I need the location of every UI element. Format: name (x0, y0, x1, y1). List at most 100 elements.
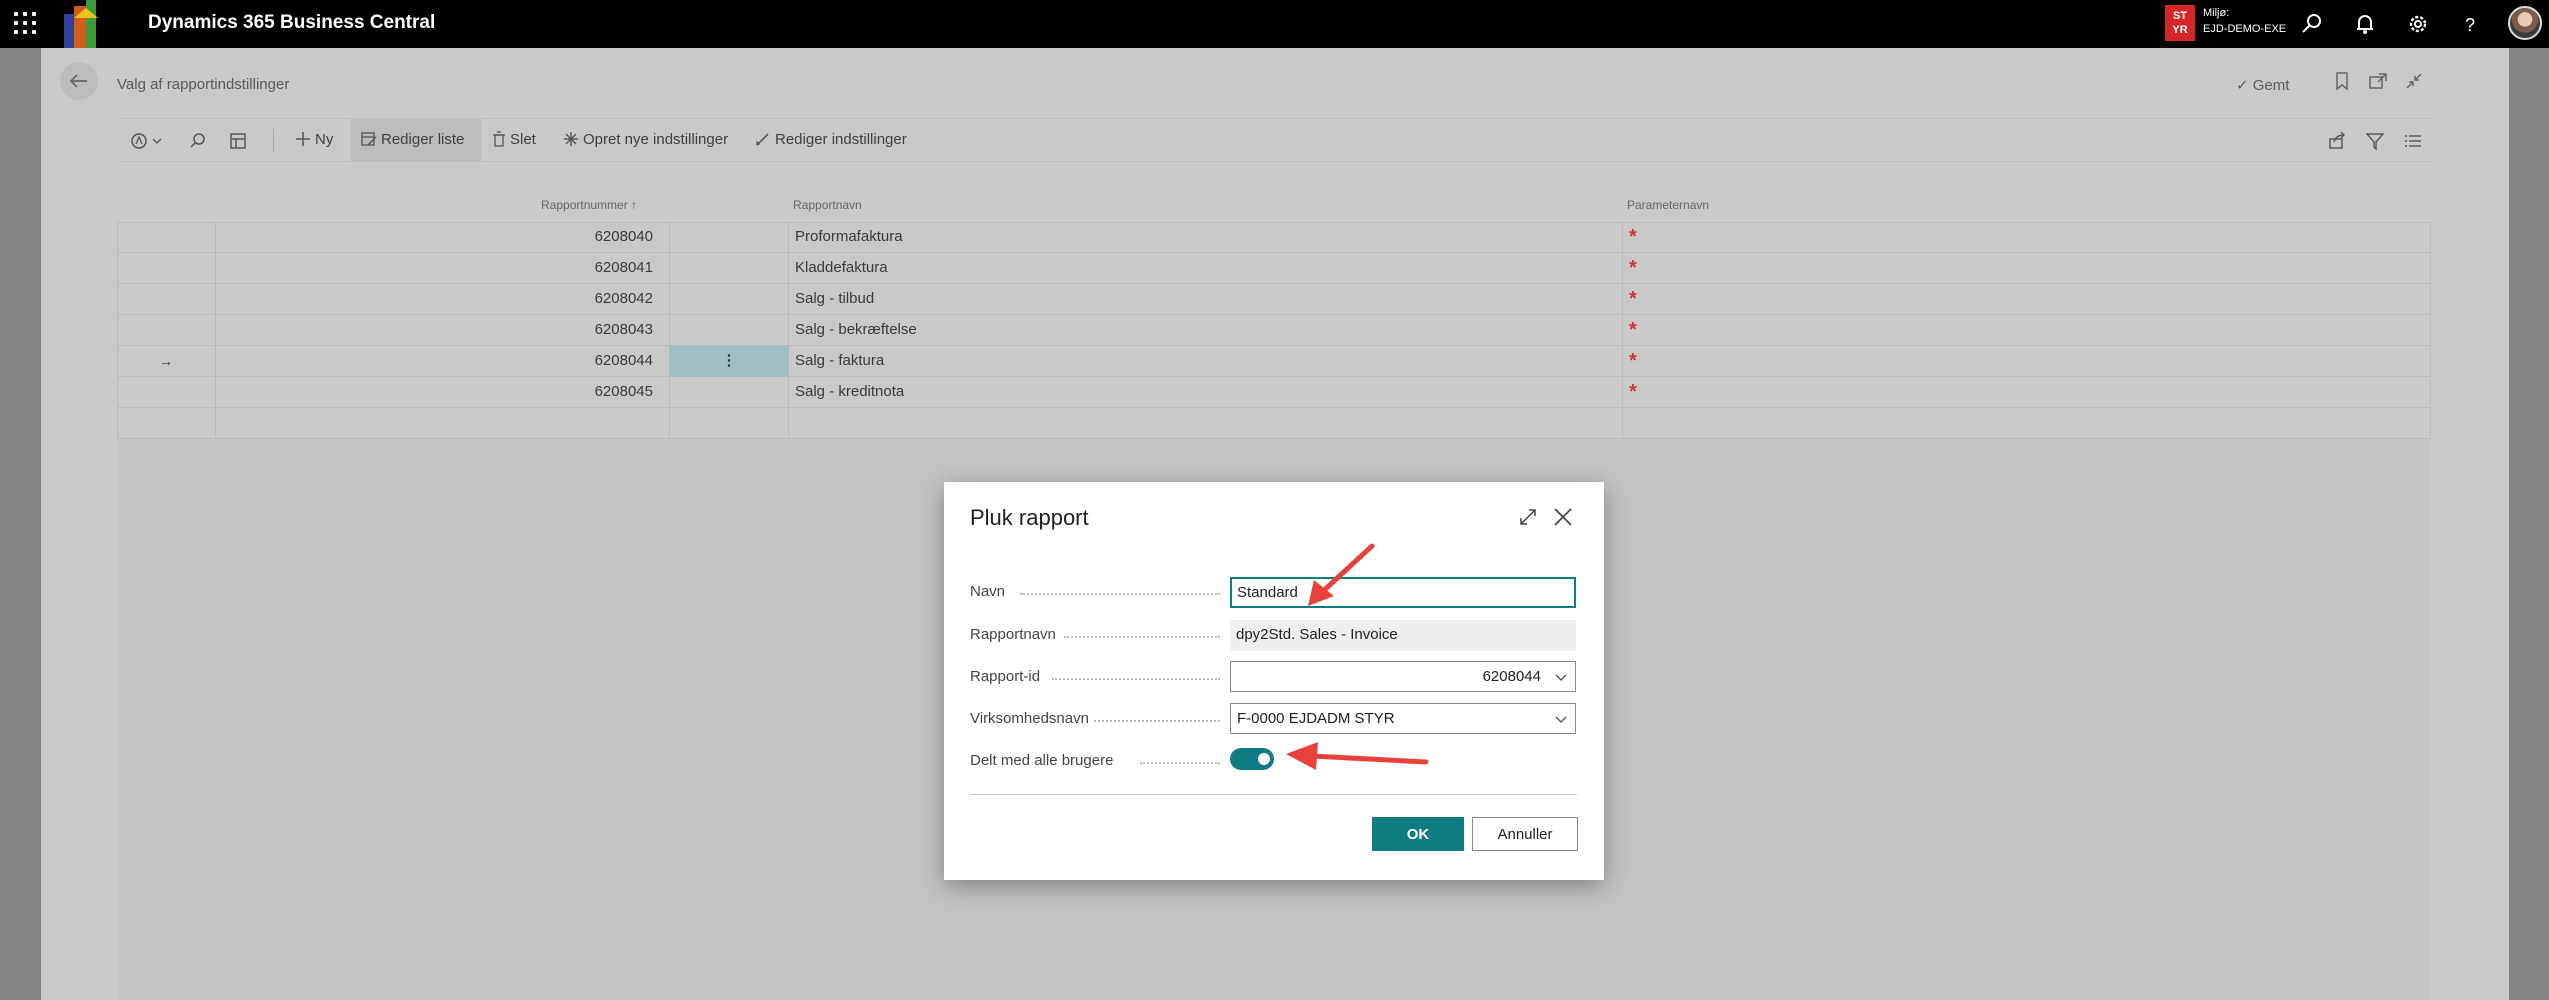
company-name-label: Virksomhedsnavn (970, 710, 1089, 727)
table-row-empty[interactable] (117, 408, 2431, 439)
company-select[interactable]: F-0000 EJDADM STYR (1230, 703, 1576, 734)
new-button[interactable]: Ny (295, 131, 333, 148)
report-name-label: Rapportnavn (970, 626, 1056, 643)
share-icon[interactable] (2327, 131, 2347, 151)
app-title: Dynamics 365 Business Central (148, 12, 436, 33)
report-name-cell[interactable]: Kladdefaktura (789, 253, 1623, 284)
row-menu-cell[interactable] (670, 315, 789, 346)
required-indicator: * (1629, 319, 1637, 341)
close-icon[interactable] (1550, 504, 1576, 530)
create-settings-button[interactable]: Opret nye indstillinger (563, 131, 728, 148)
dynamics-actions-icon[interactable] (129, 131, 165, 151)
table-row[interactable]: 6208040 Proformafaktura * (117, 222, 2431, 253)
parameter-name-cell[interactable] (1623, 408, 2431, 439)
table-row[interactable]: 6208045 Salg - kreditnota * (117, 377, 2431, 408)
environment-badge: ST YR (2165, 5, 2195, 41)
row-selector-cell[interactable] (117, 408, 216, 439)
saved-label: Gemt (2252, 77, 2290, 94)
table-row[interactable]: 6208041 Kladdefaktura * (117, 253, 2431, 284)
help-icon[interactable]: ? (2456, 10, 2484, 38)
search-icon[interactable] (2298, 10, 2326, 38)
report-number-cell[interactable]: 6208040 (216, 222, 670, 253)
open-new-window-icon[interactable] (2367, 70, 2389, 92)
report-name-cell[interactable]: Proformafaktura (789, 222, 1623, 253)
row-menu-cell[interactable] (670, 253, 789, 284)
name-label: Navn (970, 583, 1006, 600)
edit-list-icon (361, 132, 377, 146)
cancel-button[interactable]: Annuller (1472, 817, 1578, 851)
row-menu-cell[interactable] (670, 222, 789, 253)
row-menu-cell[interactable] (670, 408, 789, 439)
row-selector-cell[interactable] (117, 284, 216, 315)
report-number-cell[interactable]: 6208045 (216, 377, 670, 408)
row-selector-cell[interactable] (117, 253, 216, 284)
pick-report-dialog: Pluk rapport Navn Standard Rapportnavn d… (944, 482, 1604, 880)
report-number-cell[interactable]: 6208041 (216, 253, 670, 284)
chevron-down-icon (1555, 674, 1567, 681)
report-name-value: dpy2Std. Sales - Invoice (1230, 620, 1576, 651)
action-bar: Ny Rediger liste Slet Opret nye indstill… (117, 118, 2431, 162)
report-id-value: 6208044 (1482, 668, 1541, 685)
row-menu-icon[interactable]: ⋮ (670, 346, 789, 377)
row-selector-cell[interactable] (117, 377, 216, 408)
column-header-parameter-name[interactable]: Parameternavn (1627, 198, 1709, 212)
shared-with-all-label: Delt med alle brugere (970, 752, 1114, 769)
row-indicator-arrow-icon[interactable]: → (117, 346, 216, 377)
bookmark-icon[interactable] (2331, 70, 2353, 92)
leader-dots (1020, 593, 1220, 595)
row-selector-cell[interactable] (117, 222, 216, 253)
report-name-cell[interactable]: Salg - bekræftelse (789, 315, 1623, 346)
page-margin-right (2509, 48, 2549, 1000)
shared-with-all-toggle[interactable] (1230, 748, 1274, 770)
filter-icon[interactable] (2365, 131, 2385, 151)
new-label: Ny (315, 131, 334, 148)
report-name-cell[interactable]: Salg - tilbud (789, 284, 1623, 315)
row-menu-cell[interactable] (670, 377, 789, 408)
row-selector-cell[interactable] (117, 315, 216, 346)
sparkle-icon (564, 132, 578, 146)
name-input[interactable]: Standard (1230, 577, 1576, 608)
edit-settings-label: Rediger indstillinger (775, 131, 907, 148)
delete-button[interactable]: Slet (492, 131, 536, 148)
edit-list-button[interactable]: Rediger liste (361, 131, 464, 148)
edit-settings-button[interactable]: Rediger indstillinger (755, 131, 907, 148)
search-list-icon[interactable] (188, 131, 208, 151)
environment-label: Miljø: (2203, 7, 2230, 19)
table-row-selected[interactable]: → 6208044 ⋮ Salg - faktura * (117, 346, 2431, 377)
user-avatar[interactable] (2508, 6, 2542, 40)
required-indicator: * (1629, 381, 1637, 403)
saved-status: ✓ Gemt (2236, 76, 2289, 94)
row-menu-cell[interactable] (670, 284, 789, 315)
expand-icon[interactable] (1515, 504, 1541, 530)
leader-dots (1064, 636, 1220, 638)
svg-text:?: ? (2465, 15, 2475, 35)
report-number-cell[interactable]: 6208042 (216, 284, 670, 315)
chevron-down-icon (1555, 716, 1567, 723)
back-button[interactable] (60, 62, 98, 100)
create-settings-label: Opret nye indstillinger (583, 131, 729, 148)
list-view-icon[interactable] (2403, 131, 2423, 151)
report-number-cell[interactable] (216, 408, 670, 439)
report-name-cell[interactable]: Salg - kreditnota (789, 377, 1623, 408)
bell-icon[interactable] (2351, 10, 2379, 38)
app-launcher-icon[interactable] (14, 12, 36, 34)
gear-icon[interactable] (2404, 10, 2432, 38)
report-name-cell[interactable]: Salg - faktura (789, 346, 1623, 377)
table-row[interactable]: 6208043 Salg - bekræftelse * (117, 315, 2431, 346)
collapse-icon[interactable] (2403, 70, 2425, 92)
column-header-report-name[interactable]: Rapportnavn (793, 198, 862, 212)
delete-label: Slet (510, 131, 536, 148)
table-row[interactable]: 6208042 Salg - tilbud * (117, 284, 2431, 315)
report-number-cell[interactable]: 6208044 (216, 346, 670, 377)
report-number-cell[interactable]: 6208043 (216, 315, 670, 346)
layout-icon[interactable] (228, 131, 248, 151)
arrow-left-icon (69, 74, 87, 88)
report-id-select[interactable]: 6208044 (1230, 661, 1576, 692)
report-name-cell[interactable] (789, 408, 1623, 439)
ok-button[interactable]: OK (1372, 817, 1464, 851)
environment-name: EJD-DEMO-EXE (2203, 23, 2287, 35)
column-header-report-number[interactable]: Rapportnummer ↑ (541, 198, 637, 212)
dialog-divider (970, 794, 1577, 795)
company-value: F-0000 EJDADM STYR (1237, 710, 1395, 727)
plus-icon (296, 132, 310, 146)
